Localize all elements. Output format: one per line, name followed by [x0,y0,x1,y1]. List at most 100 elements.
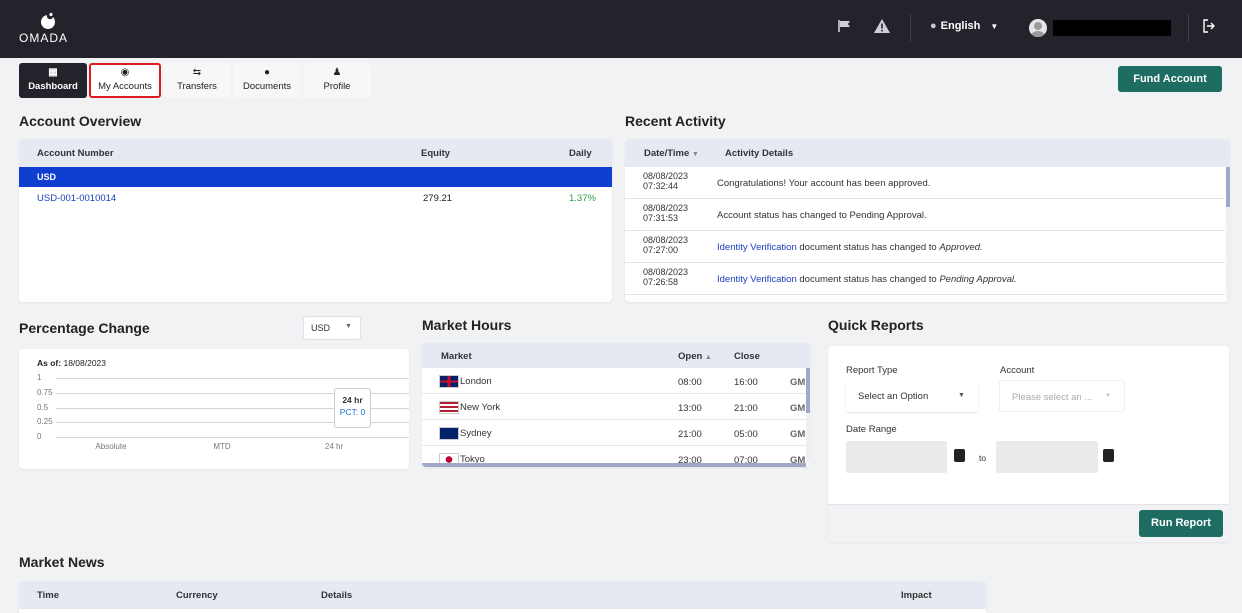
market-hours-title: Market Hours [422,317,512,333]
account-select-placeholder: Please select an ... [1012,392,1093,403]
date-range-label: Date Range [846,424,897,435]
tooltip-title: 24 hr [342,395,363,405]
percentage-change-chart: As of: 18/08/2023 1 0.75 0.5 0.25 0 Absolute M… [19,349,409,469]
start-date-input[interactable] [846,441,947,473]
market-open: 08:00 [678,377,702,388]
column-header-daily[interactable]: Daily [569,148,592,159]
x-tick-label: Absolute [95,442,127,451]
logout-icon[interactable] [1202,19,1216,37]
chart-tooltip: 24 hr PCT: 0 [334,388,371,428]
transfer-arrows-icon: ⇆ [192,67,202,78]
market-hours-hscrollbar[interactable] [422,463,806,467]
report-type-label: Report Type [846,365,898,376]
username-redacted[interactable] [1053,20,1171,36]
activity-row: 08/08/2023 07:32:44 Congratulations! Your… [625,167,1225,199]
market-timezone: GM [790,403,806,414]
column-header-market[interactable]: Market [441,351,472,362]
gridline [56,437,409,438]
language-label: English [940,20,981,32]
currency-select[interactable]: USD ▼ [303,316,361,340]
documents-icon: ● [263,67,271,78]
activity-text: Account status has changed to Pending Ap… [717,210,927,221]
person-icon: ♟ [332,67,342,78]
market-news-title: Market News [19,554,105,570]
globe-icon: ● [930,20,937,32]
market-hours-card: Market Open ▲ Close London 08:00 16:00 G… [422,343,810,467]
account-group-usd[interactable]: USD [19,167,612,187]
activity-text: Identity Verification document status ha… [717,242,983,253]
activity-datetime: 08/08/2023 07:32:44 [643,171,688,191]
column-header-details[interactable]: Details [321,590,352,601]
column-header-equity[interactable]: Equity [421,148,450,159]
percentage-change-title: Percentage Change [19,320,150,336]
activity-status: Approved. [939,242,983,253]
calendar-icon[interactable] [954,449,965,462]
column-header-close[interactable]: Close [734,351,760,362]
calendar-icon[interactable] [1103,449,1114,462]
identity-verification-link[interactable]: Identity Verification [717,242,797,253]
market-close: 16:00 [734,377,758,388]
table-header: Account Number Equity Daily [19,139,612,167]
y-tick-label: 0.5 [37,402,49,412]
tab-transfers[interactable]: ⇆ Transfers [163,63,231,98]
column-header-impact[interactable]: Impact [901,590,932,601]
column-header-time[interactable]: Time [37,590,59,601]
chevron-down-icon: ▼ [990,22,999,31]
activity-date: 08/08/2023 [643,171,689,181]
market-timezone: GM [790,429,806,440]
topbar-divider [910,14,911,42]
warning-icon[interactable] [874,19,890,37]
scrollbar-thumb[interactable] [806,368,810,413]
flag-icon[interactable] [837,19,853,37]
column-header-account-number[interactable]: Account Number [37,148,114,159]
language-selector[interactable]: ● English ▼ [930,20,998,32]
activity-row: 08/08/2023 07:31:53 Account status has ch… [625,199,1225,231]
uk-flag-icon [439,375,459,388]
to-label: to [979,453,987,463]
market-close: 21:00 [734,403,758,414]
tab-label: Profile [323,81,351,92]
account-select[interactable]: Please select an ... ▼ [999,380,1125,412]
market-row: Sydney 21:00 05:00 GM [422,420,810,446]
x-tick-label: MTD [213,442,231,451]
y-tick-label: 1 [37,373,42,382]
tab-label: Transfers [177,81,217,92]
market-hours-vscrollbar[interactable] [806,368,810,463]
column-header-activity-details[interactable]: Activity Details [725,148,793,159]
report-type-value: Select an Option [858,391,929,402]
market-timezone: GM [790,377,806,388]
activity-text-body: document status has changed to [796,274,940,285]
tab-my-accounts[interactable]: ◉ My Accounts [89,63,161,98]
activity-text: Congratulations! Your account has been a… [717,178,931,189]
column-header-open[interactable]: Open ▲ [678,351,712,362]
market-row: New York 13:00 21:00 GM [422,394,810,420]
activity-datetime: 08/08/2023 07:31:53 [643,203,688,223]
column-header-date-time[interactable]: Date/Time ▼ [644,148,699,159]
tab-profile[interactable]: ♟ Profile [303,63,371,98]
tooltip-value: PCT: 0 [339,407,366,417]
report-type-select[interactable]: Select an Option ▼ [846,380,978,412]
gridline [56,378,409,379]
chevron-down-icon: ▼ [345,323,352,330]
quick-reports-title: Quick Reports [828,317,924,333]
chevron-down-icon: ▼ [1105,393,1111,399]
tab-documents[interactable]: ● Documents [233,63,301,98]
fund-account-button[interactable]: Fund Account [1118,66,1222,92]
account-equity: 279.21 [423,193,453,204]
currency-select-value: USD [311,323,331,333]
run-report-button[interactable]: Run Report [1139,510,1223,537]
account-number-link[interactable]: USD-001-0010014 [37,193,116,204]
tab-label: Documents [242,81,292,92]
y-tick-label: 0.75 [37,387,53,397]
tab-dashboard[interactable]: ▦ Dashboard [19,63,87,98]
market-open: 21:00 [678,429,702,440]
user-avatar[interactable] [1029,19,1047,37]
activity-time: 07:32:44 [643,181,679,191]
identity-verification-link[interactable]: Identity Verification [717,274,797,285]
activity-scrollbar[interactable] [1226,167,1230,302]
top-bar: OMADA ● English ▼ [0,0,1242,58]
end-date-input[interactable] [996,441,1098,473]
column-header-currency[interactable]: Currency [176,590,218,601]
omada-logo[interactable]: OMADA [19,12,79,46]
table-header: Time Currency Details Impact [19,581,986,609]
